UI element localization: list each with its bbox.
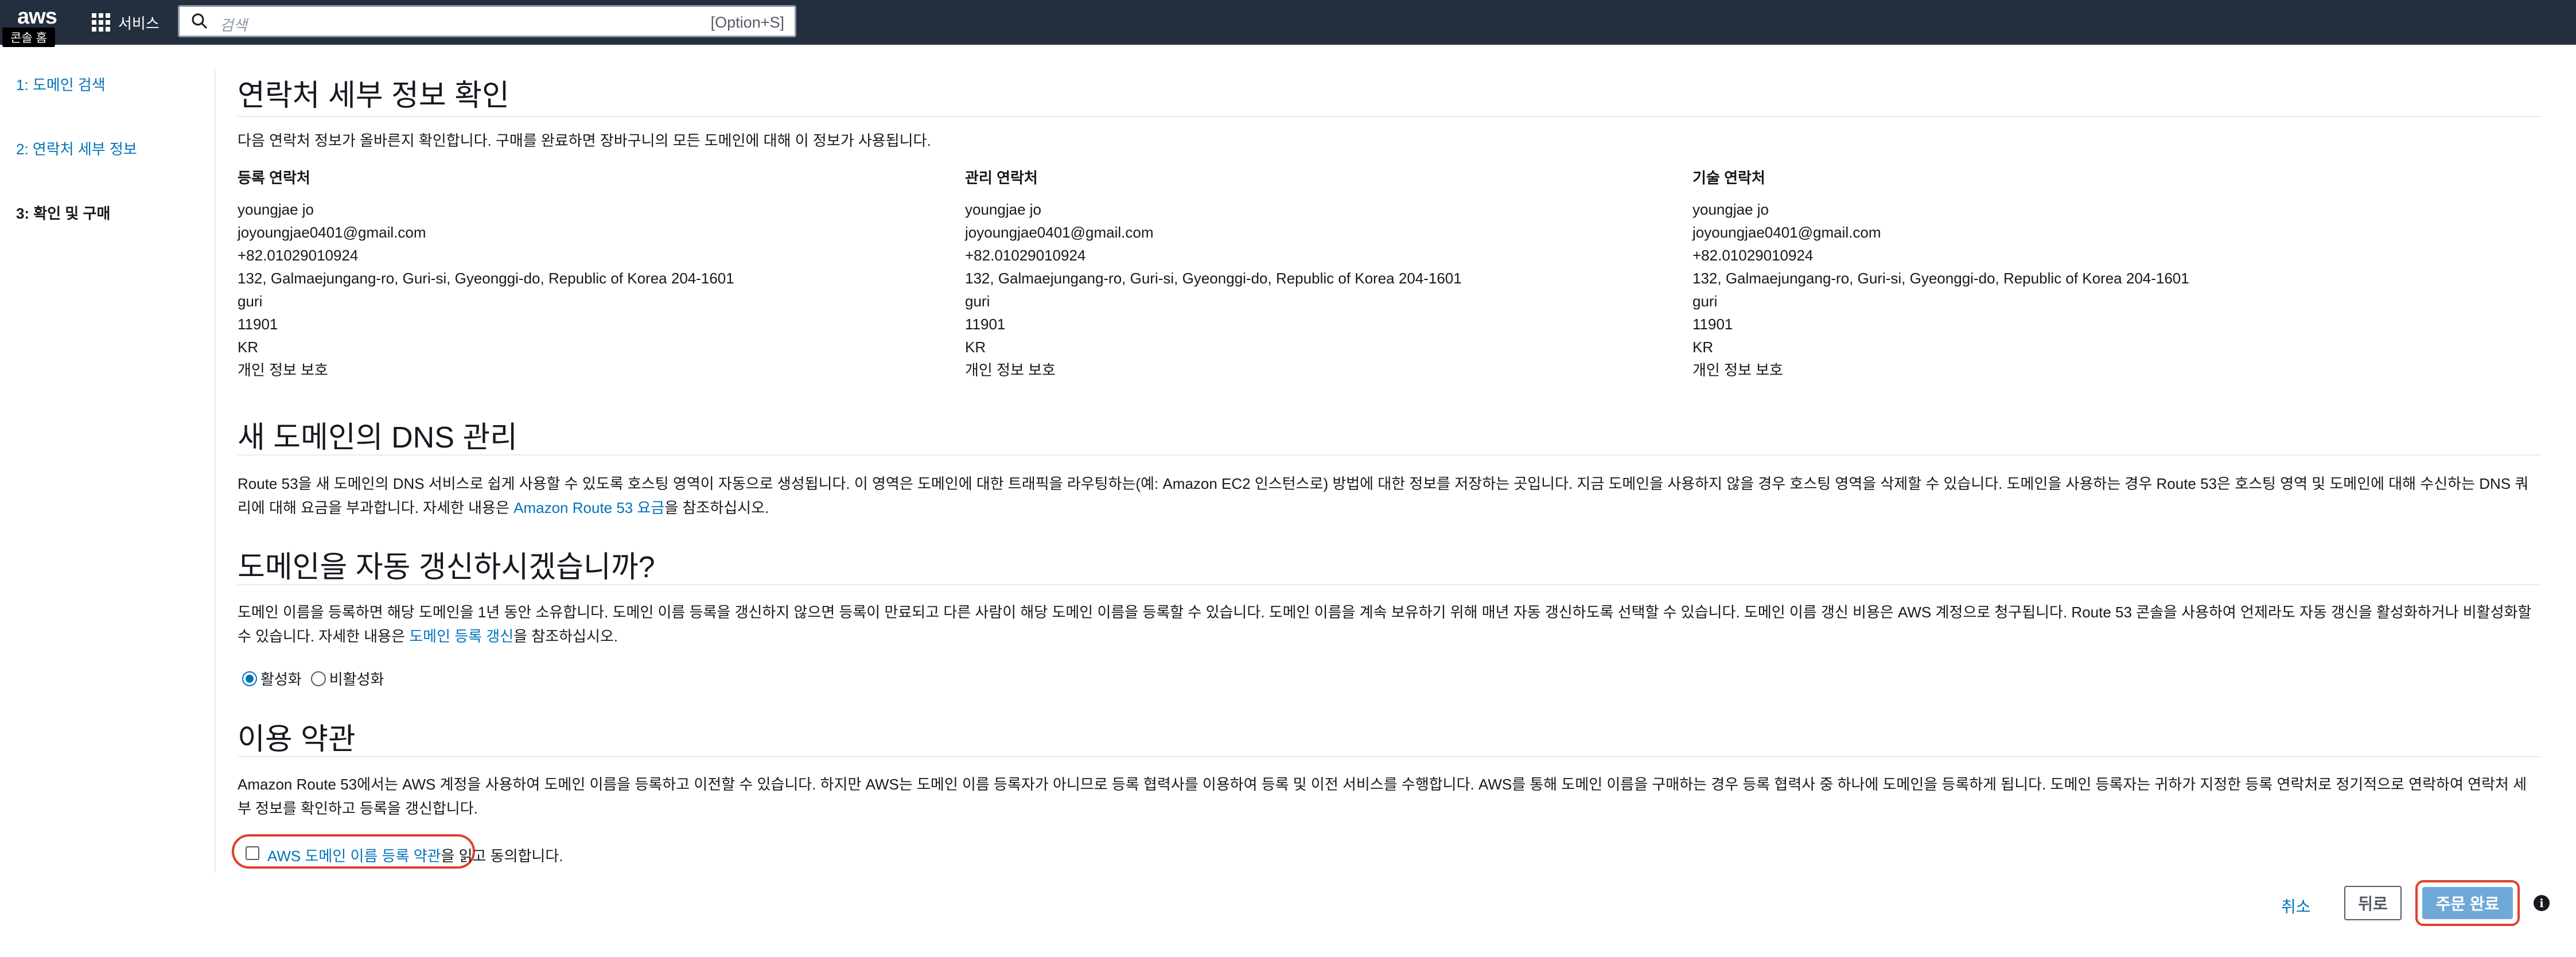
search-input[interactable]: 검색 [Option+S] [178, 5, 796, 37]
contact-phone: +82.01029010924 [965, 247, 1086, 264]
dns-heading: 새 도메인의 DNS 관리 [238, 421, 518, 454]
contact-city: guri [965, 293, 990, 310]
disable-label[interactable]: 비활성화 [329, 668, 384, 689]
auto-renew-options: 활성화 비활성화 [242, 668, 384, 689]
contact-address: 132, Galmaejungang-ro, Guri-si, Gyeonggi… [965, 270, 1462, 287]
auto-renew-heading: 도메인을 자동 갱신하시겠습니까? [238, 551, 655, 584]
services-menu-button[interactable]: 서비스 [92, 10, 159, 34]
tech-contact: 기술 연락처 youngjae jo joyoungjae0401@gmail.… [1692, 166, 2381, 382]
terms-agree-label[interactable]: AWS 도메인 이름 등록 약관을 읽고 동의합니다. [267, 845, 563, 866]
search-placeholder: 검색 [220, 17, 247, 34]
section-divider [238, 756, 2542, 757]
registration-terms-link[interactable]: AWS 도메인 이름 등록 약관 [267, 847, 441, 865]
complete-order-button[interactable]: 주문 완료 [2422, 887, 2513, 919]
contact-address: 132, Galmaejungang-ro, Guri-si, Gyeonggi… [1692, 270, 2189, 287]
info-icon[interactable]: i [2534, 895, 2550, 911]
contacts-heading: 연락처 세부 정보 확인 [238, 79, 509, 112]
contact-email: joyoungjae0401@gmail.com [1692, 224, 1881, 241]
terms-heading: 이용 약관 [238, 723, 356, 756]
auto-renew-enable-radio[interactable] [242, 671, 257, 686]
contact-postal-code: 11901 [238, 316, 278, 333]
console-home-tooltip: 콘솔 홈 [2, 28, 55, 47]
step-review-purchase: 3: 확인 및 구매 [16, 205, 111, 222]
contact-address: 132, Galmaejungang-ro, Guri-si, Gyeonggi… [238, 270, 734, 287]
contact-privacy: 개인 정보 보호 [238, 361, 328, 379]
section-divider [238, 116, 2542, 117]
enable-label[interactable]: 활성화 [260, 668, 302, 689]
cancel-button[interactable]: 취소 [2281, 894, 2311, 917]
submit-highlight: 주문 완료 [2415, 880, 2520, 926]
contact-column-title: 등록 연락처 [238, 169, 310, 186]
contact-column-title: 관리 연락처 [965, 169, 1038, 186]
contact-postal-code: 11901 [965, 316, 1006, 333]
services-label: 서비스 [118, 14, 159, 32]
section-divider [238, 454, 2542, 456]
contact-column-title: 기술 연락처 [1692, 169, 1765, 186]
auto-renew-description: 도메인 이름을 등록하면 해당 도메인을 1년 동안 소유합니다. 도메인 이름… [238, 600, 2532, 648]
section-divider [238, 584, 2542, 585]
domain-renewal-link[interactable]: 도메인 등록 갱신 [409, 628, 513, 645]
back-button[interactable]: 뒤로 [2344, 886, 2402, 920]
route53-pricing-link[interactable]: Amazon Route 53 요금 [513, 499, 664, 516]
search-shortcut-hint: [Option+S] [710, 14, 784, 31]
contacts-intro: 다음 연락처 정보가 올바른지 확인합니다. 구매를 완료하면 장바구니의 모든… [238, 132, 931, 149]
contact-phone: +82.01029010924 [238, 247, 359, 264]
contact-city: guri [238, 293, 263, 310]
contact-privacy: 개인 정보 보호 [1692, 361, 1783, 379]
contact-country: KR [965, 339, 986, 356]
step-contact-details[interactable]: 2: 연락처 세부 정보 [16, 138, 137, 159]
terms-agree-checkbox[interactable] [246, 846, 259, 860]
contact-name: youngjae jo [238, 201, 314, 218]
auto-renew-disable-radio[interactable] [310, 671, 326, 686]
dns-text-suffix: 을 참조하십시오. [664, 499, 769, 516]
aws-logo[interactable]: aws [17, 5, 57, 29]
terms-agree-suffix: 을 읽고 동의합니다. [441, 847, 563, 865]
contact-country: KR [1692, 339, 1714, 356]
contact-email: joyoungjae0401@gmail.com [238, 224, 426, 241]
contact-postal-code: 11901 [1692, 316, 1733, 333]
apps-grid-icon [92, 13, 110, 32]
terms-description: Amazon Route 53에서는 AWS 계정을 사용하여 도메인 이름을 … [238, 776, 2527, 817]
admin-contact: 관리 연락처 youngjae jo joyoungjae0401@gmail.… [965, 166, 1653, 382]
contact-phone: +82.01029010924 [1692, 247, 1814, 264]
top-navigation: aws 콘솔 홈 서비스 검색 [Option+S] [0, 0, 2576, 47]
search-icon [192, 13, 208, 29]
dns-description: Route 53을 새 도메인의 DNS 서비스로 쉽게 사용할 수 있도록 호… [238, 472, 2532, 520]
auto-renew-text-suffix: 을 참조하십시오. [513, 628, 618, 645]
steps-divider [215, 70, 216, 873]
contact-country: KR [238, 339, 259, 356]
contact-email: joyoungjae0401@gmail.com [965, 224, 1154, 241]
contact-name: youngjae jo [965, 201, 1041, 218]
terms-agreement-highlight: AWS 도메인 이름 등록 약관을 읽고 동의합니다. [232, 834, 563, 869]
registrant-contact: 등록 연락처 youngjae jo joyoungjae0401@gmail.… [238, 166, 926, 382]
contact-name: youngjae jo [1692, 201, 1769, 218]
contact-privacy: 개인 정보 보호 [965, 361, 1056, 379]
contact-city: guri [1692, 293, 1718, 310]
step-search-domain[interactable]: 1: 도메인 검색 [16, 73, 106, 95]
